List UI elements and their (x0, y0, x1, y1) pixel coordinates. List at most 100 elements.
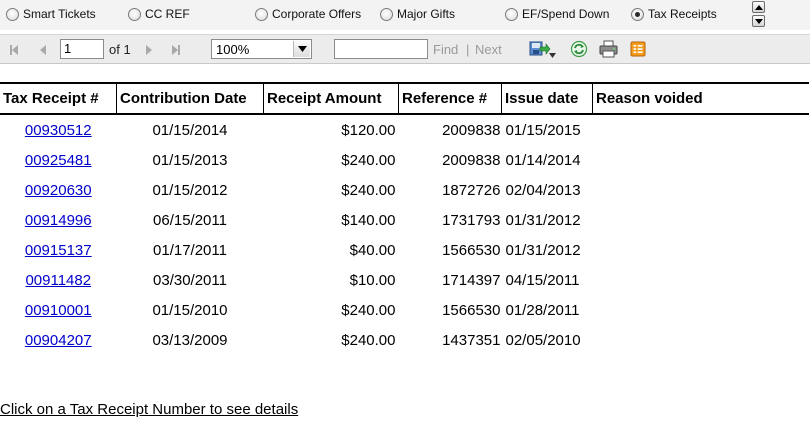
table-row: 00920630 01/15/2012 $240.00 1872726 02/0… (0, 175, 809, 205)
radio-label: Corporate Offers (272, 7, 362, 21)
tax-receipt-link[interactable]: 00910001 (25, 302, 92, 319)
issue-date-cell: 01/14/2014 (505, 151, 581, 169)
issue-date-cell: 01/31/2012 (505, 241, 581, 259)
reason-voided-cell (593, 325, 810, 355)
radio-ef-spend-down[interactable]: EF/Spend Down (505, 5, 609, 23)
reason-voided-cell (593, 114, 810, 145)
receipt-amount-cell: $240.00 (341, 331, 396, 349)
reference-cell: 2009838 (442, 151, 501, 169)
report-type-radio-bar: Smart Tickets CC REF Corporate Offers Ma… (0, 0, 810, 30)
chevron-down-icon[interactable] (293, 41, 310, 57)
table-row: 00925481 01/15/2013 $240.00 2009838 01/1… (0, 145, 809, 175)
table-row: 00914996 06/15/2011 $140.00 1731793 01/3… (0, 205, 809, 235)
tax-receipt-link[interactable]: 00920630 (25, 182, 92, 199)
tax-receipt-link[interactable]: 00911482 (25, 272, 91, 289)
scroll-up-button[interactable] (752, 1, 765, 13)
tax-receipt-link[interactable]: 00904207 (25, 332, 92, 349)
contribution-date-cell: 01/15/2012 (152, 181, 228, 199)
zoom-value: 100% (216, 42, 250, 57)
arrow-up-icon (754, 4, 763, 10)
contribution-date-cell: 01/15/2013 (152, 151, 228, 169)
page-count-label: of 1 (109, 42, 131, 57)
radio-label: Tax Receipts (648, 7, 717, 21)
radio-label: Smart Tickets (23, 7, 96, 21)
issue-date-cell: 02/04/2013 (505, 181, 581, 199)
table-row: 00915137 01/17/2011 $40.00 1566530 01/31… (0, 235, 809, 265)
column-header-tax-receipt: Tax Receipt # (0, 82, 117, 115)
tax-receipt-link[interactable]: 00925481 (25, 152, 92, 169)
contribution-date-cell: 01/15/2014 (152, 121, 228, 139)
reference-cell: 1437351 (442, 331, 501, 349)
radio-button[interactable] (255, 7, 268, 21)
export-icon[interactable] (529, 40, 551, 63)
next-page-icon[interactable] (146, 44, 152, 55)
first-page-icon[interactable] (10, 44, 18, 55)
radio-button[interactable] (631, 7, 644, 21)
reason-voided-cell (593, 235, 810, 265)
receipt-amount-cell: $120.00 (341, 121, 396, 139)
radio-label: EF/Spend Down (522, 7, 610, 21)
page-number-input[interactable]: 1 (60, 39, 104, 59)
reference-cell: 1566530 (442, 241, 501, 259)
radio-button[interactable] (128, 7, 141, 21)
table-header-row: Tax Receipt # Contribution Date Receipt … (0, 82, 809, 115)
last-page-icon[interactable] (172, 44, 180, 55)
contribution-date-cell: 01/15/2010 (152, 301, 228, 319)
column-header-reference: Reference # (398, 82, 502, 115)
issue-date-cell: 01/15/2015 (505, 121, 581, 139)
tax-receipt-link[interactable]: 00930512 (25, 122, 92, 139)
reason-voided-cell (593, 145, 810, 175)
issue-date-cell: 01/28/2011 (505, 301, 580, 319)
column-header-reason-voided: Reason voided (592, 82, 809, 115)
radio-label: Major Gifts (397, 7, 456, 21)
radio-tax-receipts[interactable]: Tax Receipts (631, 5, 717, 23)
table-row: 00910001 01/15/2010 $240.00 1566530 01/2… (0, 295, 809, 325)
receipt-amount-cell: $240.00 (341, 301, 396, 319)
reference-cell: 1872726 (442, 181, 501, 199)
arrow-down-icon (754, 18, 763, 24)
table-row: 00911482 03/30/2011 $10.00 1714397 04/15… (0, 265, 809, 295)
data-feed-icon[interactable] (630, 40, 646, 63)
print-icon[interactable] (599, 40, 618, 63)
reason-voided-cell (593, 175, 810, 205)
column-header-issue-date: Issue date (501, 82, 593, 115)
receipt-amount-cell: $240.00 (341, 181, 396, 199)
reason-voided-cell (593, 265, 810, 295)
column-header-receipt-amount: Receipt Amount (263, 82, 399, 115)
receipt-amount-cell: $10.00 (349, 271, 396, 289)
receipt-amount-cell: $140.00 (341, 211, 396, 229)
scroll-down-button[interactable] (752, 15, 765, 27)
radio-smart-tickets[interactable]: Smart Tickets (6, 5, 96, 23)
reference-cell: 1566530 (442, 301, 501, 319)
radio-major-gifts[interactable]: Major Gifts (380, 5, 455, 23)
tax-receipt-link[interactable]: 00915137 (25, 242, 92, 259)
export-dropdown-icon[interactable] (549, 45, 556, 63)
table-row: 00930512 01/15/2014 $120.00 2009838 01/1… (0, 114, 809, 145)
contribution-date-cell: 03/13/2009 (152, 331, 228, 349)
tax-receipt-link[interactable]: 00914996 (25, 212, 92, 229)
issue-date-cell: 01/31/2012 (505, 211, 581, 229)
contribution-date-cell: 03/30/2011 (153, 271, 227, 289)
radio-button[interactable] (380, 7, 393, 21)
table-row: 00904207 03/13/2009 $240.00 1437351 02/0… (0, 325, 809, 355)
refresh-icon[interactable] (570, 40, 588, 63)
radio-corporate-offers[interactable]: Corporate Offers (255, 5, 361, 23)
contribution-date-cell: 01/17/2011 (153, 241, 227, 259)
next-link[interactable]: Next (475, 42, 502, 57)
find-separator: | (466, 42, 470, 57)
zoom-select[interactable]: 100% (211, 39, 312, 59)
radio-button[interactable] (6, 7, 19, 21)
tax-receipts-table: Tax Receipt # Contribution Date Receipt … (0, 82, 809, 355)
details-instruction-link[interactable]: Click on a Tax Receipt Number to see det… (0, 401, 298, 418)
find-link[interactable]: Find (433, 42, 458, 57)
radio-cc-ref[interactable]: CC REF (128, 5, 190, 23)
radio-button[interactable] (505, 7, 518, 21)
report-toolbar: 1 of 1 100% Find | Next (0, 34, 810, 64)
previous-page-icon[interactable] (40, 44, 46, 55)
contribution-date-cell: 06/15/2011 (153, 211, 227, 229)
reason-voided-cell (593, 295, 810, 325)
find-text-input[interactable] (334, 39, 428, 59)
reason-voided-cell (593, 205, 810, 235)
reference-cell: 1731793 (442, 211, 501, 229)
reference-cell: 2009838 (442, 121, 501, 139)
